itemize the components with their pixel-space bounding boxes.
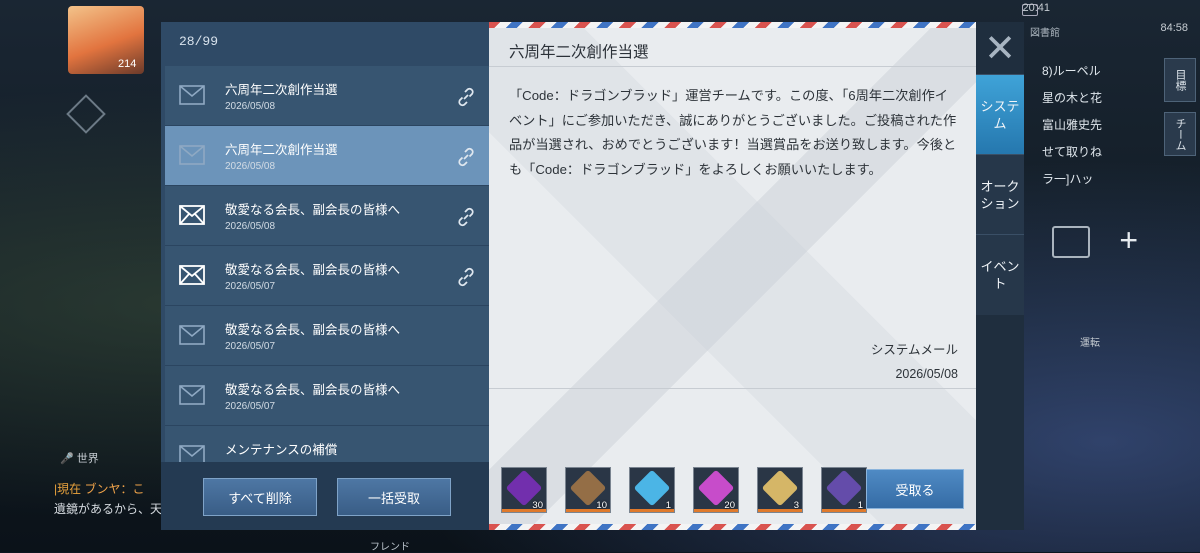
link-icon bbox=[455, 86, 477, 108]
chat-line: 遺鏡があるから、天 bbox=[54, 500, 162, 517]
airmail-border-top bbox=[489, 22, 976, 28]
mail-subject: 六周年二次創作当選 bbox=[225, 143, 338, 157]
envelope-open-icon bbox=[179, 445, 205, 462]
mail-count: 28/99 bbox=[179, 34, 219, 49]
mail-title: 六周年二次創作当選 bbox=[509, 44, 649, 61]
mail-item[interactable]: メンテナンスの補償 bbox=[165, 426, 489, 462]
zone-name: 図書館 bbox=[1030, 28, 1060, 39]
mail-item[interactable]: 六周年二次創作当選 2026/05/08 bbox=[165, 126, 489, 186]
receive-button[interactable]: 受取る bbox=[866, 469, 964, 509]
link-icon bbox=[455, 146, 477, 168]
chat-tab-label: 世界 bbox=[76, 453, 99, 465]
envelope-open-icon bbox=[179, 85, 205, 105]
mail-body: 「Code：ドラゴンブラッド」運営チームです。この度、「6周年二次創作イベント」… bbox=[509, 88, 957, 177]
mail-detail-panel: 六周年二次創作当選 「Code：ドラゴンブラッド」運営チームです。この度、「6周… bbox=[489, 22, 976, 530]
envelope-icon bbox=[179, 205, 205, 225]
objective-button[interactable]: 目標 bbox=[1164, 58, 1196, 102]
quest-line: 8)ルーペル bbox=[1041, 64, 1101, 78]
mail-category-tabs: ✕ システム オーク ション イベント bbox=[976, 22, 1024, 530]
attachment-quantity: 30 bbox=[532, 500, 543, 511]
attachment-slot[interactable]: 1 bbox=[821, 467, 867, 513]
attachment-slot[interactable]: 20 bbox=[693, 467, 739, 513]
friend-label[interactable]: フレンド bbox=[370, 538, 410, 553]
attachment-quantity: 10 bbox=[596, 500, 607, 511]
player-level: 214 bbox=[118, 58, 137, 70]
mail-list-panel: 28/99 六周年二次創作当選 2026/05/08 六周年二次創作当選 2026/0… bbox=[161, 22, 489, 530]
tab-event[interactable]: イベント bbox=[976, 234, 1024, 315]
receive-all-button[interactable]: 一括受取 bbox=[337, 478, 451, 516]
mail-item[interactable]: 六周年二次創作当選 2026/05/08 bbox=[165, 66, 489, 126]
quest-tracker[interactable]: 8)ルーペル 星の木と花 富山雅史先 せて取りね ラ一]ハッ bbox=[1042, 58, 1102, 193]
mail-sender: システムメール bbox=[870, 343, 958, 357]
mail-subject: 敬愛なる会長、副会長の皆様へ bbox=[225, 203, 401, 217]
bag-icon[interactable] bbox=[1052, 226, 1090, 258]
add-icon[interactable]: + bbox=[1119, 222, 1138, 259]
mail-item[interactable]: 敬愛なる会長、副会長の皆様へ 2026/05/07 bbox=[165, 306, 489, 366]
quest-line: ラ一]ハッ bbox=[1041, 172, 1094, 186]
tab-system[interactable]: システム bbox=[976, 74, 1024, 155]
envelope-open-icon bbox=[179, 145, 205, 165]
delete-all-button[interactable]: すべて削除 bbox=[203, 478, 317, 516]
mail-date: 2026/05/07 bbox=[225, 281, 276, 292]
close-icon[interactable]: ✕ bbox=[976, 22, 1024, 74]
attachment-quantity: 1 bbox=[665, 500, 671, 511]
mail-signature: システムメール 2026/05/08 bbox=[871, 338, 958, 386]
link-icon bbox=[455, 206, 477, 228]
attachment-slot[interactable]: 3 bbox=[757, 467, 803, 513]
mail-date: 2026/05/08 bbox=[895, 367, 958, 381]
airmail-border-bottom bbox=[489, 524, 976, 530]
mail-item[interactable]: 敬愛なる会長、副会長の皆様へ 2026/05/07 bbox=[165, 366, 489, 426]
mail-list-footer: すべて削除 一括受取 bbox=[161, 462, 489, 530]
chat-sender: ブンヤ：こ bbox=[84, 482, 145, 496]
mail-list[interactable]: 六周年二次創作当選 2026/05/08 六周年二次創作当選 2026/05/08 敬愛… bbox=[165, 66, 489, 462]
attachment-quantity: 1 bbox=[857, 500, 863, 511]
mail-item[interactable]: 敬愛なる会長、副会長の皆様へ 2026/05/07 bbox=[165, 246, 489, 306]
link-icon bbox=[455, 266, 477, 288]
quest-line: 星の木と花 bbox=[1041, 91, 1102, 105]
chat-channel: |現在 bbox=[54, 482, 82, 496]
divider bbox=[489, 388, 976, 389]
divider bbox=[489, 66, 976, 67]
mail-date: 2026/05/08 bbox=[225, 101, 276, 112]
mail-date: 2026/05/08 bbox=[225, 221, 276, 232]
mail-subject: 敬愛なる会長、副会長の皆様へ bbox=[225, 263, 401, 277]
team-button[interactable]: チーム bbox=[1164, 112, 1196, 156]
chat-text: 遺鏡があるから、天 bbox=[54, 502, 163, 516]
mail-subject: メンテナンスの補償 bbox=[225, 443, 338, 457]
quest-line: 富山雅史先 bbox=[1041, 118, 1102, 132]
envelope-open-icon bbox=[179, 325, 205, 345]
quest-line: せて取りね bbox=[1041, 145, 1102, 159]
envelope-open-icon bbox=[179, 385, 205, 405]
mail-window: 28/99 六周年二次創作当選 2026/05/08 六周年二次創作当選 2026/0… bbox=[161, 22, 1024, 530]
mail-date: 2026/05/08 bbox=[225, 161, 276, 172]
mail-subject: 敬愛なる会長、副会長の皆様へ bbox=[225, 383, 401, 397]
rotate-label[interactable]: 運転 bbox=[1080, 334, 1100, 349]
mail-subject: 六周年二次創作当選 bbox=[225, 83, 338, 97]
attachment-slot[interactable]: 1 bbox=[629, 467, 675, 513]
attachment-list: 30 10 1 20 3 1 bbox=[501, 467, 867, 513]
tab-auction[interactable]: オーク ション bbox=[976, 154, 1024, 235]
status-battery: 84:58 bbox=[1160, 22, 1188, 34]
mail-date: 2026/05/07 bbox=[225, 341, 276, 352]
envelope-icon bbox=[179, 265, 205, 285]
mail-date: 2026/05/07 bbox=[225, 401, 276, 412]
mail-item[interactable]: 敬愛なる会長、副会長の皆様へ 2026/05/08 bbox=[165, 186, 489, 246]
mail-subject: 敬愛なる会長、副会長の皆様へ bbox=[225, 323, 401, 337]
attachment-slot[interactable]: 30 bbox=[501, 467, 547, 513]
chat-channel-tab[interactable]: 🎤 世界 bbox=[60, 450, 99, 466]
status-time: 20:41 bbox=[1022, 2, 1050, 14]
attachment-slot[interactable]: 10 bbox=[565, 467, 611, 513]
attachment-quantity: 20 bbox=[724, 500, 735, 511]
attachment-quantity: 3 bbox=[793, 500, 799, 511]
chat-line: |現在 ブンヤ：こ bbox=[54, 480, 144, 497]
